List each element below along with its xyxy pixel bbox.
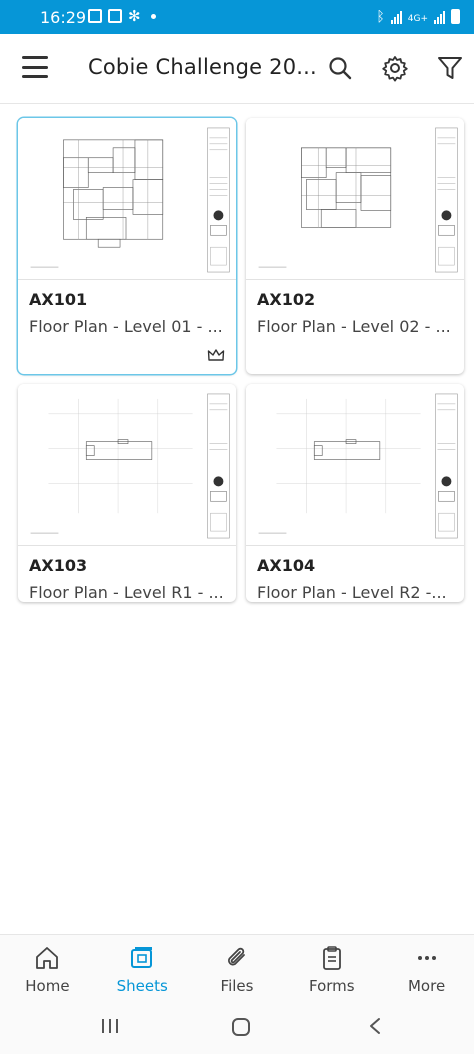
menu-icon-line (22, 56, 48, 59)
home-button-icon[interactable] (230, 1016, 252, 1038)
nav-more[interactable]: More (379, 935, 474, 1002)
sheet-code: AX102 (257, 290, 316, 309)
nav-sheets[interactable]: Sheets (95, 935, 190, 1002)
sheet-card[interactable]: AX102 Floor Plan - Level 02 - ... (246, 118, 464, 374)
more-notifications-icon (150, 13, 156, 19)
signal-icon-2 (434, 10, 445, 24)
gear-icon (382, 56, 408, 82)
signal-icon (390, 10, 402, 24)
floor-plan-drawing (30, 393, 230, 539)
filter-icon (438, 57, 462, 79)
sheet-thumbnail (18, 384, 236, 546)
bottom-navigation: Home Sheets Files Forms More (0, 934, 474, 1002)
sheet-code: AX101 (29, 290, 88, 309)
filter-button[interactable] (436, 54, 464, 82)
network-type: 4G+ (407, 14, 428, 24)
sheet-info: AX103 Floor Plan - Level R1 - ... (18, 546, 236, 602)
sheet-name: Floor Plan - Level 02 - ... (257, 317, 451, 336)
nav-label: Sheets (116, 977, 168, 995)
sheet-info: AX101 Floor Plan - Level 01 - ... (18, 280, 236, 374)
sheets-icon (131, 947, 153, 968)
menu-button[interactable] (22, 56, 48, 78)
sheet-info: AX104 Floor Plan - Level R2 -... (246, 546, 464, 602)
settings-button[interactable] (381, 54, 409, 82)
nav-label: More (407, 977, 446, 995)
system-navigation-bar (0, 1002, 474, 1054)
nav-label: Home (25, 977, 70, 995)
page-title: Cobie Challenge 20... (88, 55, 317, 79)
status-bar: 16:29 ✻ ᛒ 4G+ (0, 0, 474, 34)
sheet-info: AX102 Floor Plan - Level 02 - ... (246, 280, 464, 374)
sheet-name: Floor Plan - Level 01 - ... (29, 317, 223, 336)
floor-plan-drawing (258, 127, 458, 273)
sheets-grid: AX101 Floor Plan - Level 01 - ... AX102 … (18, 118, 464, 602)
back-icon[interactable] (366, 1016, 384, 1036)
sheet-code: AX103 (29, 556, 88, 575)
sheet-name: Floor Plan - Level R1 - ... (29, 583, 224, 602)
sheet-thumbnail (246, 384, 464, 546)
nav-files[interactable]: Files (190, 935, 285, 1002)
nav-label: Forms (308, 977, 355, 995)
sheet-card[interactable]: AX101 Floor Plan - Level 01 - ... (18, 118, 236, 374)
sheet-code: AX104 (257, 556, 316, 575)
system-icons: ᛒ 4G+ (376, 9, 460, 24)
floor-plan-drawing (258, 393, 458, 539)
nav-forms[interactable]: Forms (284, 935, 379, 1002)
battery-icon (451, 9, 460, 24)
gallery-icon (88, 9, 102, 23)
search-button[interactable] (326, 54, 354, 82)
paperclip-icon (228, 947, 245, 966)
floor-plan-drawing (30, 127, 230, 273)
status-time: 16:29 (40, 8, 87, 27)
notification-icons: ✻ (88, 7, 156, 25)
nav-home[interactable]: Home (0, 935, 95, 1002)
menu-icon-line (22, 75, 48, 78)
sheet-name: Floor Plan - Level R2 -... (257, 583, 447, 602)
sheet-thumbnail (18, 118, 236, 280)
sheet-card[interactable]: AX104 Floor Plan - Level R2 -... (246, 384, 464, 602)
recent-apps-icon[interactable] (100, 1016, 120, 1036)
calendar-icon (108, 9, 122, 23)
clipboard-icon (322, 946, 341, 970)
crown-icon (207, 349, 225, 361)
sheet-card[interactable]: AX103 Floor Plan - Level R1 - ... (18, 384, 236, 602)
nav-label: Files (220, 977, 254, 995)
menu-icon-line (22, 65, 48, 69)
app-bar: Cobie Challenge 20... (0, 34, 474, 104)
home-icon (36, 947, 59, 969)
search-icon (329, 57, 352, 80)
fan-icon: ✻ (128, 7, 141, 25)
sheet-thumbnail (246, 118, 464, 280)
bluetooth-icon: ᛒ (376, 9, 385, 25)
more-icon (417, 956, 436, 960)
